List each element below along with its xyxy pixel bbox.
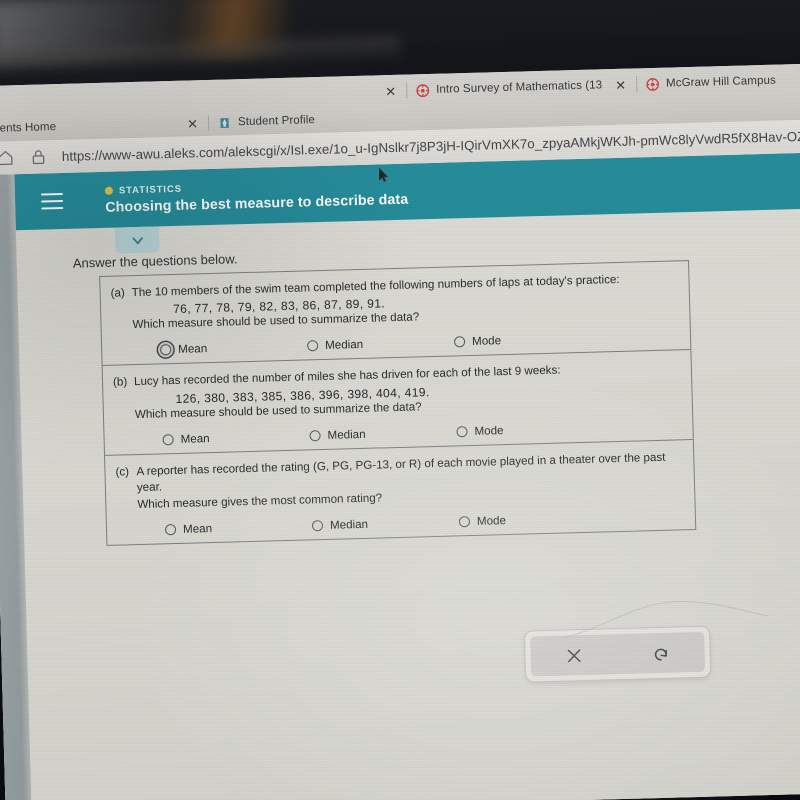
mcgraw-hill-icon — [646, 77, 659, 91]
subject-dot-icon — [104, 186, 113, 195]
radio-button-icon[interactable] — [458, 515, 471, 528]
radio-button-icon[interactable] — [162, 433, 174, 446]
undo-arrow-icon — [651, 643, 671, 663]
radio-option-mean[interactable]: Mean — [162, 429, 309, 446]
aleks-page: STATISTICS Choosing the best measure to … — [0, 152, 800, 800]
radio-option-mode[interactable]: Mode — [458, 513, 507, 528]
tab-close-button[interactable]: ✕ — [180, 116, 205, 131]
home-icon[interactable] — [0, 148, 15, 168]
radio-option-label: Mode — [476, 513, 507, 528]
radio-option-label: Median — [327, 427, 366, 442]
radio-option-label: Mean — [178, 342, 208, 357]
question-card: (a) The 10 members of the swim team compl… — [99, 260, 697, 546]
radio-button-icon[interactable] — [311, 519, 324, 532]
browser-tab-intro-survey[interactable]: Intro Survey of Mathematics (13 — [410, 72, 609, 103]
browser-tab-student-profile[interactable]: Student Profile — [212, 107, 322, 136]
tab-separator — [207, 114, 210, 132]
radio-option-median[interactable]: Median — [307, 336, 454, 353]
browser-tab-students-home[interactable]: dents Home — [0, 114, 63, 142]
radio-option-mode[interactable]: Mode — [453, 334, 502, 349]
chevron-down-icon — [128, 231, 145, 248]
answer-toolbar — [523, 625, 712, 683]
question-label: (a) — [110, 286, 125, 300]
radio-option-label: Mean — [182, 521, 213, 536]
radio-button-icon[interactable] — [307, 340, 319, 352]
browser-window: ✕ Intro Survey of Mathematics (13 ✕ McGr… — [0, 63, 800, 800]
tab-title: Student Profile — [237, 114, 316, 129]
radio-option-label: Mode — [474, 424, 504, 438]
radio-button-icon[interactable] — [309, 429, 321, 442]
tab-separator — [405, 82, 408, 99]
tab-separator — [635, 76, 638, 93]
question-label: (c) — [115, 465, 130, 479]
undo-button[interactable] — [617, 632, 705, 674]
question-label: (b) — [112, 375, 128, 390]
radio-button-icon[interactable] — [453, 336, 466, 348]
tab-close-button[interactable]: ✕ — [378, 83, 403, 98]
radio-option-median[interactable]: Median — [311, 515, 459, 532]
screenshot-photo: ✕ Intro Survey of Mathematics (13 ✕ McGr… — [0, 0, 800, 800]
answer-toolbar-inner — [530, 631, 706, 677]
browser-tab-mcgraw-hill[interactable]: McGraw Hill Campus — [640, 67, 782, 97]
aleks-header-text: STATISTICS Choosing the best measure to … — [104, 177, 408, 215]
clear-answer-button[interactable] — [530, 634, 618, 676]
radio-button-icon[interactable] — [160, 344, 172, 356]
aleks-icon — [416, 83, 430, 97]
radio-option-label: Median — [329, 517, 369, 532]
aleks-content: STATISTICS Choosing the best measure to … — [14, 152, 800, 800]
question-block: (a) The 10 members of the swim team compl… — [100, 261, 691, 367]
hamburger-menu-icon[interactable] — [40, 192, 64, 211]
radio-option-label: Mean — [180, 431, 210, 446]
instructions-text: Answer the questions below. — [72, 251, 238, 271]
radio-option-mean[interactable]: Mean — [160, 340, 307, 357]
radio-button-icon[interactable] — [456, 426, 468, 438]
tab-title: McGraw Hill Campus — [665, 74, 777, 90]
lock-icon[interactable] — [29, 147, 49, 167]
collapse-panel-button[interactable] — [114, 226, 160, 254]
radio-option-label: Mode — [471, 334, 502, 349]
radio-option-label: Median — [324, 338, 364, 353]
tab-title: Intro Survey of Mathematics (13 — [436, 79, 603, 96]
tab-close-button[interactable]: ✕ — [608, 77, 633, 92]
question-block: (c) A reporter has recorded the rating (G… — [105, 440, 695, 545]
radio-option-mode[interactable]: Mode — [456, 424, 504, 438]
radio-button-icon[interactable] — [164, 523, 177, 536]
subject-label: STATISTICS — [118, 183, 183, 196]
close-x-icon — [564, 646, 584, 666]
radio-option-median[interactable]: Median — [309, 425, 456, 442]
tab-title: dents Home — [0, 121, 57, 135]
radio-option-mean[interactable]: Mean — [164, 519, 312, 536]
question-block: (b) Lucy has recorded the number of miles… — [102, 350, 693, 456]
student-profile-icon — [218, 116, 231, 129]
radio-group: Mean Median Mode — [164, 509, 685, 536]
